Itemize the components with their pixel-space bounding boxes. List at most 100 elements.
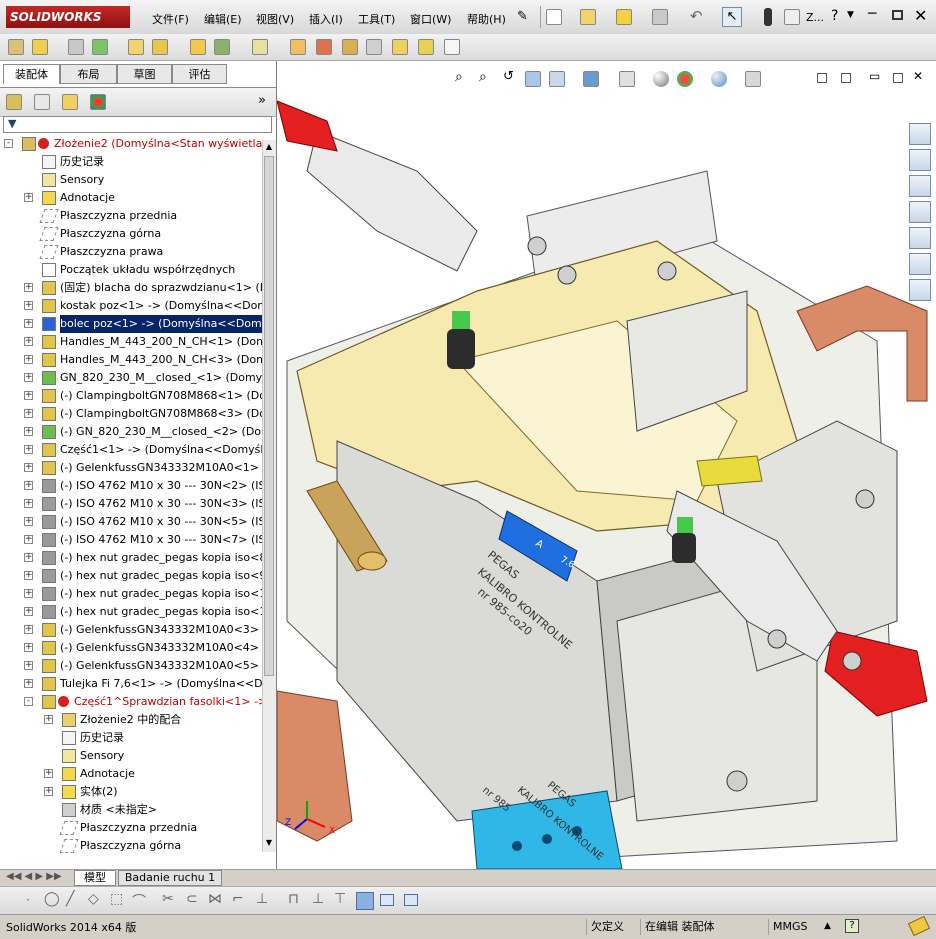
help-status-icon[interactable]: ? (845, 919, 859, 933)
scroll-thumb[interactable] (264, 156, 274, 676)
insert-component-icon[interactable] (32, 39, 48, 55)
window-layout-icon[interactable] (380, 894, 394, 906)
expand-icon[interactable]: + (24, 535, 33, 544)
line-icon[interactable]: ╱ (66, 891, 74, 907)
tree-item[interactable]: Płaszczyzna górna (0, 225, 262, 243)
help-icon[interactable]: ? (831, 8, 838, 24)
tree-item[interactable]: + (-) ClampingboltGN708M868<3> (Domyśln (0, 405, 262, 423)
tree-item[interactable]: + Tulejka Fi 7,6<1> -> (Domyślna<<Domyśln… (0, 675, 262, 693)
menu-window[interactable]: 窗口(W) (410, 11, 451, 27)
tree-item[interactable]: + Adnotacje (0, 189, 262, 207)
tree-item[interactable]: Sensory (0, 747, 262, 765)
expand-icon[interactable]: + (24, 481, 33, 490)
task-pane-solidworks-resources-icon[interactable] (909, 123, 931, 145)
task-pane-view-palette-icon[interactable] (909, 227, 931, 249)
shaded-view-icon[interactable] (356, 892, 374, 910)
menu-tools[interactable]: 工具(T) (358, 11, 395, 27)
open-folder-icon[interactable] (580, 9, 596, 25)
point-icon[interactable]: · (26, 893, 30, 907)
options-icon[interactable] (784, 9, 800, 25)
mate-icon[interactable] (68, 39, 84, 55)
tree-item[interactable]: - Część1^Sprawdzian fasolki<1> -> (Domy (0, 693, 262, 711)
undo-icon[interactable]: ↶ (690, 7, 703, 25)
tab-model[interactable]: 模型 (74, 870, 116, 886)
move-component-icon[interactable] (128, 39, 144, 55)
displaymanager-icon[interactable] (90, 94, 106, 110)
reference-geometry-icon[interactable] (214, 39, 230, 55)
zoom-to-fit-icon[interactable]: ⌕ (455, 69, 463, 85)
expand-icon[interactable]: + (24, 463, 33, 472)
tree-item[interactable]: + (-) ISO 4762 M10 x 30 --- 30N<7> (ISO 4… (0, 531, 262, 549)
tab-nav-arrows-icon[interactable]: ◀◀ ◀ ▶ ▶▶ (6, 871, 62, 882)
tree-item[interactable]: + (-) ISO 4762 M10 x 30 --- 30N<5> (ISO 4… (0, 513, 262, 531)
display-relations-icon[interactable]: ⊤ (334, 891, 346, 907)
viewport-restore-icon[interactable] (841, 73, 851, 83)
fillet-icon[interactable]: ⌐ (232, 891, 244, 907)
featuremanager-icon[interactable] (6, 94, 22, 110)
tree-item[interactable]: + Adnotacje (0, 765, 262, 783)
configurationmanager-icon[interactable] (62, 94, 78, 110)
expand-icon[interactable]: + (24, 553, 33, 562)
tab-evaluate[interactable]: 评估 (172, 64, 227, 84)
expand-icon[interactable]: + (24, 373, 33, 382)
tree-item[interactable]: Sensory (0, 171, 262, 189)
tree-item[interactable]: - Złożenie2 (Domyślna<Stan wyświetlania-1… (0, 135, 262, 153)
bill-of-materials-icon[interactable] (290, 39, 306, 55)
task-pane-appearances-icon[interactable] (909, 253, 931, 275)
snapshot-icon[interactable] (418, 39, 434, 55)
expand-icon[interactable]: + (24, 337, 33, 346)
tab-assembly[interactable]: 装配体 (3, 64, 60, 84)
expand-icon[interactable]: + (24, 517, 33, 526)
expand-icon[interactable]: + (44, 715, 53, 724)
split-view-icon[interactable] (817, 73, 827, 83)
tree-item[interactable]: + (-) hex nut gradec_pegas kopia iso<9> (… (0, 567, 262, 585)
tree-item[interactable]: Płaszczyzna górna (0, 837, 262, 855)
tree-item[interactable]: Płaszczyzna prawa (0, 243, 262, 261)
interference-icon[interactable] (366, 39, 382, 55)
graphics-area[interactable]: A 7.6 PEGAS KALIBRO KONTROLNE nr 985-co2… (277, 61, 936, 869)
new-motion-study-icon[interactable] (252, 39, 268, 55)
view-orientation-icon[interactable] (583, 71, 599, 87)
tag-icon[interactable] (907, 915, 931, 937)
tree-item[interactable]: + bolec poz<1> -> (Domyślna<<Domyślna>_S (0, 315, 262, 333)
tree-item[interactable]: + (-) ISO 4762 M10 x 30 --- 30N<3> (ISO 4… (0, 495, 262, 513)
menu-file[interactable]: 文件(F) (152, 11, 189, 27)
select-cursor-icon[interactable]: ↖ (722, 7, 742, 27)
pattern-icon[interactable] (92, 39, 108, 55)
filter-box[interactable]: ▼ (3, 116, 272, 133)
minimize-icon[interactable]: ─ (868, 6, 876, 22)
expand-icon[interactable]: + (24, 679, 33, 688)
menu-view[interactable]: 视图(V) (256, 11, 294, 27)
search-label[interactable]: Z... (806, 11, 824, 24)
maximize-icon[interactable] (892, 10, 903, 20)
tab-motion-study[interactable]: Badanie ruchu 1 (118, 870, 222, 886)
task-pane-file-explorer-icon[interactable] (909, 201, 931, 223)
tree-item[interactable]: + (-) GelenkfussGN343332M10A0<4> (Domyśln (0, 639, 262, 657)
assembly-feature-icon[interactable] (190, 39, 206, 55)
view-settings-icon[interactable] (745, 71, 761, 87)
tree-item[interactable]: + (-) hex nut gradec_pegas kopia iso<10> … (0, 585, 262, 603)
solidworks-logo[interactable]: SOLIDWORKS (6, 6, 130, 28)
tree-item[interactable]: + GN_820_230_M__closed_<1> (Domyślna<St (0, 369, 262, 387)
menu-insert[interactable]: 插入(I) (309, 11, 343, 27)
trim-icon[interactable]: ✂ (162, 891, 174, 907)
section-view-icon[interactable] (525, 71, 541, 87)
tree-scrollbar[interactable]: ▲ ▼ (262, 140, 276, 852)
expand-icon[interactable]: + (24, 391, 33, 400)
expand-icon[interactable]: + (44, 769, 53, 778)
viewport-maximize-icon[interactable] (893, 73, 903, 83)
pin-icon[interactable]: ✎ (517, 9, 528, 24)
tree-item[interactable]: + (-) GN_820_230_M__closed_<2> (Domyślna (0, 423, 262, 441)
expand-icon[interactable]: + (24, 607, 33, 616)
viewport-close-icon[interactable]: ✕ (913, 69, 923, 83)
tree-item[interactable]: 材质 <未指定> (0, 801, 262, 819)
large-design-review-icon[interactable] (444, 39, 460, 55)
tree-item[interactable]: + (固定) blacha do sprazwdzianu<1> (Domyśln (0, 279, 262, 297)
relation-icon[interactable]: ⊥ (312, 891, 324, 907)
expand-icon[interactable]: + (24, 643, 33, 652)
explode-line-icon[interactable] (342, 39, 358, 55)
expand-icon[interactable]: + (24, 301, 33, 310)
tile-layout-icon[interactable] (404, 894, 418, 906)
dynamic-annotation-icon[interactable] (549, 71, 565, 87)
arc-icon[interactable]: ⌒ (132, 891, 146, 911)
